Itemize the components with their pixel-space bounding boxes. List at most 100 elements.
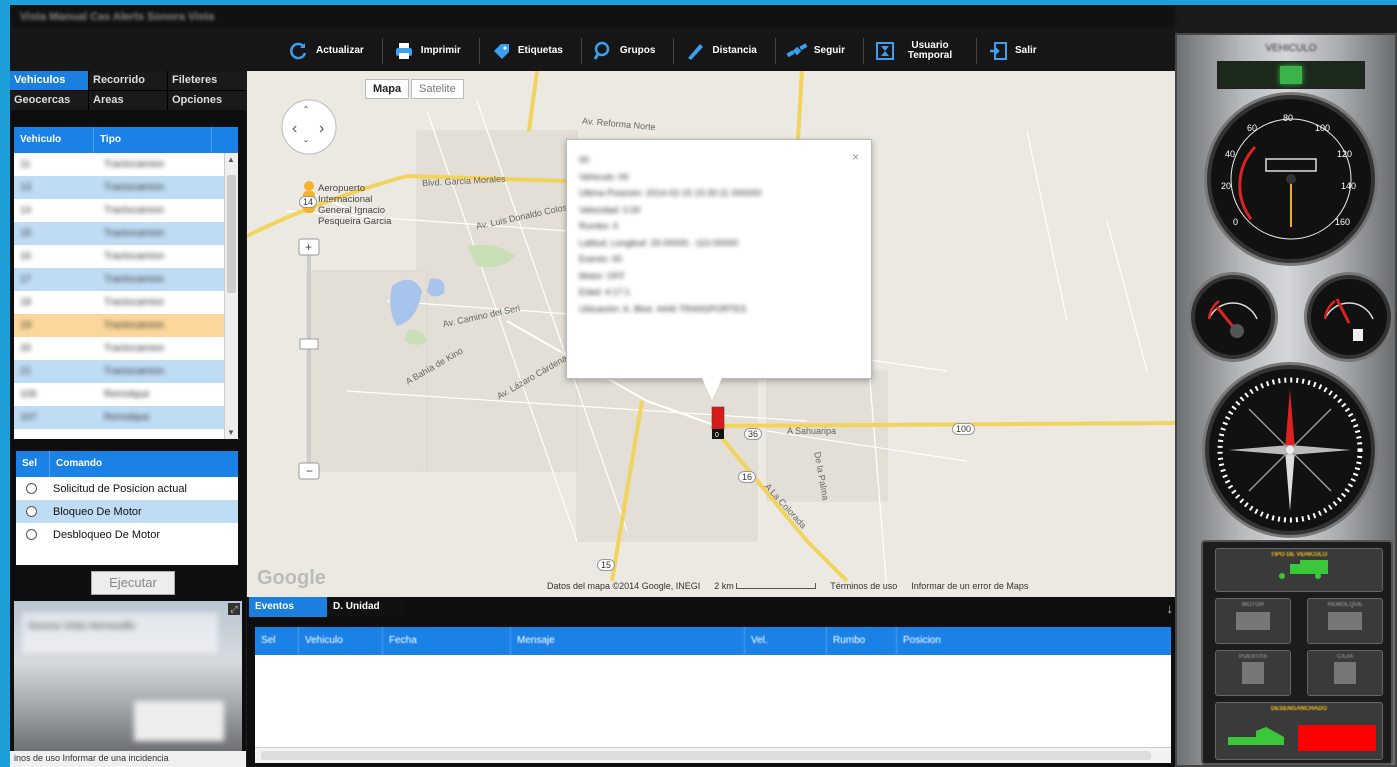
svg-text:−: −: [306, 464, 313, 478]
speedometer-gauge: 0 20 40 60 80 100 120 140 160: [1207, 95, 1375, 263]
map-footer: Datos del mapa ©2014 Google, INEGI 2 km …: [547, 581, 1167, 595]
dashboard-title: VEHICULO: [1265, 43, 1317, 54]
tab-areas[interactable]: Areas: [89, 91, 167, 110]
tab-filters[interactable]: Fileteres: [168, 71, 246, 90]
temp-user-icon: [874, 40, 896, 62]
map-type-map-button[interactable]: Mapa: [365, 79, 410, 99]
map-scale: 2 km: [714, 581, 817, 595]
download-arrow-icon[interactable]: ↓: [1167, 601, 1174, 616]
trailer-icon: [1328, 612, 1362, 630]
command-radio[interactable]: [26, 483, 37, 494]
popup-line: Ultima Posición: 2014-02-15 15:30:11 000…: [579, 188, 762, 198]
scroll-thumb[interactable]: [227, 175, 236, 293]
map-view[interactable]: ‹ › ˆ ˇ + − 0 Mapa Satelite Aeropuerto I…: [247, 71, 1175, 597]
vehicle-row[interactable]: 107 Remolque: [14, 406, 238, 429]
unhitched-alert-bar: [1298, 725, 1376, 751]
scroll-thumb[interactable]: [261, 751, 1151, 760]
column-heading[interactable]: Rumbo: [827, 627, 897, 655]
map-type-satellite-button[interactable]: Satelite: [411, 79, 464, 99]
route-shield: 16: [738, 471, 757, 483]
road-label: A Sahuaripa: [787, 426, 837, 436]
temp-user-button[interactable]: Usuario Temporal: [874, 40, 958, 62]
column-speed[interactable]: Vel.: [745, 627, 827, 655]
groups-button[interactable]: Grupos: [592, 40, 655, 62]
vehicle-id-cell: 19: [20, 320, 32, 331]
exit-icon: [987, 40, 1009, 62]
vehicle-row[interactable]: 18 Tractocamion: [14, 291, 238, 314]
speed-tick: 160: [1335, 217, 1351, 227]
vehicle-row[interactable]: 14 Tractocamion: [14, 199, 238, 222]
speed-tick: 40: [1225, 149, 1236, 159]
column-message[interactable]: Mensaje: [511, 627, 745, 655]
vehicle-type-cell: Remolque: [104, 389, 150, 400]
follow-button[interactable]: Seguir: [786, 40, 845, 62]
vehicle-id-cell: 106: [20, 389, 37, 400]
tab-vehicles[interactable]: Vehiculos: [10, 71, 88, 90]
popup-line: Vehículo: 00: [579, 171, 629, 182]
command-row[interactable]: Solicitud de Posicion actual: [16, 477, 238, 500]
printer-icon: [393, 40, 415, 62]
vehicle-info-popup: × 00 Vehículo: 00 Ultima Posición: 2014-…: [566, 139, 872, 379]
toolbar-divider: [381, 38, 383, 64]
scroll-up-arrow-icon[interactable]: ▲: [227, 155, 235, 164]
command-radio[interactable]: [26, 529, 37, 540]
vehicle-id-cell: 15: [20, 228, 32, 239]
exit-button[interactable]: Salir: [987, 40, 1037, 62]
command-grid-header: Sel Comando: [16, 451, 238, 477]
column-sel: Sel: [16, 451, 50, 477]
scroll-down-arrow-icon[interactable]: ▼: [227, 428, 235, 437]
command-radio[interactable]: [26, 506, 37, 517]
vehicle-row[interactable]: 15 Tractocamion: [14, 222, 238, 245]
tab-geofences[interactable]: Geocercas: [10, 91, 88, 110]
vehicle-type-cell: Tractocamion: [104, 182, 165, 193]
toolbar-divider: [774, 38, 776, 64]
tab-unit-data[interactable]: D. Unidad: [327, 597, 405, 617]
vehicle-row[interactable]: 106 Remolque: [14, 383, 238, 406]
tab-events[interactable]: Eventos: [249, 597, 327, 617]
expand-icon[interactable]: ⤢: [228, 603, 240, 615]
map-terms-link[interactable]: Términos de uso: [830, 581, 897, 595]
tab-route[interactable]: Recorrido: [89, 71, 167, 90]
map-report-link[interactable]: Informar de un error de Maps: [911, 581, 1028, 595]
vehicle-type-cell: Tractocamion: [104, 343, 165, 354]
refresh-button[interactable]: Actualizar: [288, 40, 364, 62]
google-logo: Google: [257, 567, 326, 589]
follow-label: Seguir: [813, 45, 845, 56]
vehicle-row[interactable]: 20 Tractocamion: [14, 337, 238, 360]
command-label: Desbloqueo De Motor: [53, 528, 161, 541]
temperature-gauge: [1191, 275, 1275, 359]
column-sel[interactable]: Sel: [255, 627, 299, 655]
execute-button[interactable]: Ejecutar: [91, 571, 175, 595]
events-grid: Sel Vehiculo Fecha Mensaje Vel. Rumbo Po…: [255, 627, 1171, 763]
speed-tick: 120: [1337, 149, 1353, 159]
events-horizontal-scrollbar[interactable]: [255, 747, 1171, 763]
vehicle-grid-scrollbar[interactable]: ▲ ▼: [224, 153, 238, 439]
column-vehicle[interactable]: Vehiculo: [299, 627, 383, 655]
distance-button[interactable]: Distancia: [684, 40, 757, 62]
speed-tick: 0: [1233, 217, 1239, 227]
vehicle-id-cell: 20: [20, 343, 32, 354]
vehicle-row[interactable]: 11 Tractocamion: [14, 153, 238, 176]
events-tabs: Eventos D. Unidad: [247, 597, 1175, 617]
compass-dial: [1217, 377, 1363, 523]
column-position[interactable]: Posicion: [897, 627, 1171, 655]
command-row[interactable]: Desbloqueo De Motor: [16, 523, 238, 546]
vehicle-row[interactable]: 17 Tractocamion: [14, 268, 238, 291]
vehicle-row[interactable]: 19 Tractocamion: [14, 314, 238, 337]
print-button[interactable]: Imprimir: [393, 40, 461, 62]
command-row[interactable]: Bloqueo De Motor: [16, 500, 238, 523]
speed-tick: 80: [1283, 113, 1294, 123]
street-view-thumbnail[interactable]: Sonora Vista Hermosillo ⤢: [14, 601, 242, 751]
command-label: Solicitud de Posicion actual: [53, 482, 187, 495]
vehicle-row[interactable]: 21 Tractocamion: [14, 360, 238, 383]
vehicle-row[interactable]: 13 Tractocamion: [14, 176, 238, 199]
column-type[interactable]: Tipo: [94, 127, 212, 153]
vehicle-row[interactable]: 16 Tractocamion: [14, 245, 238, 268]
labels-button[interactable]: Etiquetas: [490, 40, 563, 62]
command-grid: Sel Comando Solicitud de Posicion actual…: [16, 451, 238, 565]
door-icon: [1242, 662, 1264, 684]
tab-options[interactable]: Opciones: [168, 91, 246, 110]
column-vehicle[interactable]: Vehiculo: [14, 127, 94, 153]
column-date[interactable]: Fecha: [383, 627, 511, 655]
panel-title: PUERTAS: [1238, 654, 1268, 660]
